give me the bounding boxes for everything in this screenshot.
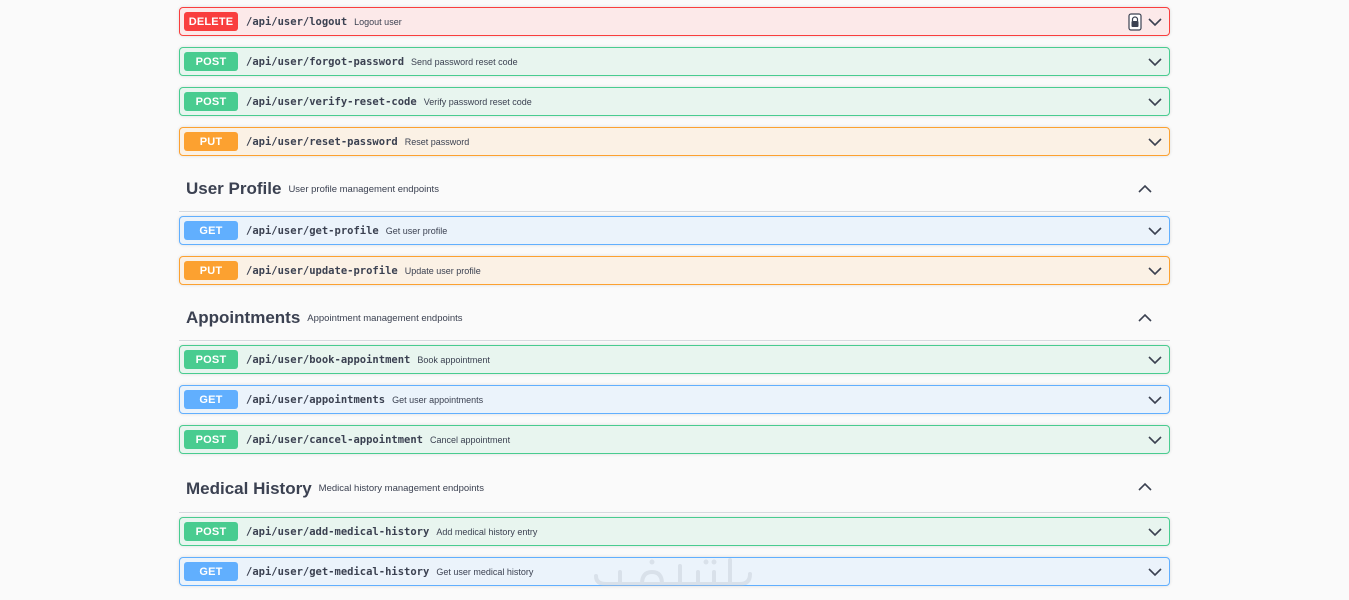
chevron-down-icon[interactable] [1147, 134, 1163, 150]
operation-path: /api/user/book-appointment [246, 353, 411, 366]
operation-path: /api/user/appointments [246, 393, 386, 406]
chevron-down-icon[interactable] [1147, 392, 1163, 408]
operation-path: /api/user/verify-reset-code [246, 95, 417, 108]
operation-path: /api/user/cancel-appointment [246, 433, 424, 446]
chevron-down-icon[interactable] [1147, 263, 1163, 279]
method-badge: PUT [184, 261, 238, 280]
operation-summary: Get user appointments [392, 394, 484, 405]
operation-summary: Add medical history entry [436, 526, 538, 537]
chevron-up-icon[interactable] [1137, 181, 1153, 197]
section-header-user-profile[interactable]: User Profile User profile management end… [179, 167, 1170, 212]
operation-summary: Cancel appointment [430, 434, 511, 445]
method-badge: POST [184, 522, 238, 541]
section-header-medical-history[interactable]: Medical History Medical history manageme… [179, 465, 1170, 513]
operation-book-appointment[interactable]: POST /api/user/book-appointment Book app… [179, 345, 1170, 374]
operation-summary: Reset password [404, 136, 470, 147]
chevron-down-icon[interactable] [1147, 223, 1163, 239]
operation-forgot-password[interactable]: POST /api/user/forgot-password Send pass… [179, 47, 1170, 76]
operation-verify-reset-code[interactable]: POST /api/user/verify-reset-code Verify … [179, 87, 1170, 116]
operation-summary: Verify password reset code [423, 96, 532, 107]
chevron-down-icon[interactable] [1147, 432, 1163, 448]
operation-path: /api/user/update-profile [246, 264, 398, 277]
method-badge: GET [184, 562, 238, 581]
section-header-appointments[interactable]: Appointments Appointment management endp… [179, 296, 1170, 341]
operation-summary: Update user profile [404, 265, 481, 276]
method-badge: POST [184, 430, 238, 449]
chevron-up-icon[interactable] [1137, 479, 1153, 495]
lock-icon[interactable] [1128, 13, 1142, 31]
method-badge: PUT [184, 132, 238, 151]
operation-reset-password[interactable]: PUT /api/user/reset-password Reset passw… [179, 127, 1170, 156]
operations-list: DELETE /api/user/logout Logout user POST… [179, 0, 1170, 597]
operation-summary: Get user medical history [436, 566, 534, 577]
section-description: Medical history management endpoints [318, 483, 484, 494]
chevron-down-icon[interactable] [1147, 352, 1163, 368]
chevron-up-icon[interactable] [1137, 310, 1153, 326]
operation-path: /api/user/logout [246, 15, 348, 28]
operation-cancel-appointment[interactable]: POST /api/user/cancel-appointment Cancel… [179, 425, 1170, 454]
operation-summary: Book appointment [417, 354, 490, 365]
operation-logout[interactable]: DELETE /api/user/logout Logout user [179, 7, 1170, 36]
operation-path: /api/user/add-medical-history [246, 525, 430, 538]
chevron-down-icon[interactable] [1147, 14, 1163, 30]
operation-add-medical-history[interactable]: POST /api/user/add-medical-history Add m… [179, 517, 1170, 546]
operation-update-profile[interactable]: PUT /api/user/update-profile Update user… [179, 256, 1170, 285]
method-badge: POST [184, 52, 238, 71]
operation-summary: Send password reset code [411, 56, 518, 67]
chevron-down-icon[interactable] [1147, 94, 1163, 110]
section-description: Appointment management endpoints [307, 312, 463, 324]
chevron-down-icon[interactable] [1147, 564, 1163, 580]
operation-path: /api/user/reset-password [246, 135, 398, 148]
section-title: Appointments [186, 308, 301, 327]
section-description: User profile management endpoints [288, 183, 439, 195]
method-badge: GET [184, 390, 238, 409]
operation-summary: Logout user [354, 16, 402, 27]
watermark-logo [594, 558, 752, 586]
method-badge: GET [184, 221, 238, 240]
section-title: Medical History [186, 478, 312, 498]
operation-path: /api/user/forgot-password [246, 55, 405, 68]
operation-get-profile[interactable]: GET /api/user/get-profile Get user profi… [179, 216, 1170, 245]
method-badge: POST [184, 350, 238, 369]
operation-path: /api/user/get-profile [246, 224, 379, 237]
chevron-down-icon[interactable] [1147, 524, 1163, 540]
operation-summary: Get user profile [385, 225, 448, 236]
operation-path: /api/user/get-medical-history [246, 565, 430, 578]
operation-appointments[interactable]: GET /api/user/appointments Get user appo… [179, 385, 1170, 414]
method-badge: DELETE [184, 12, 238, 31]
method-badge: POST [184, 92, 238, 111]
section-title: User Profile [186, 179, 282, 198]
chevron-down-icon[interactable] [1147, 54, 1163, 70]
